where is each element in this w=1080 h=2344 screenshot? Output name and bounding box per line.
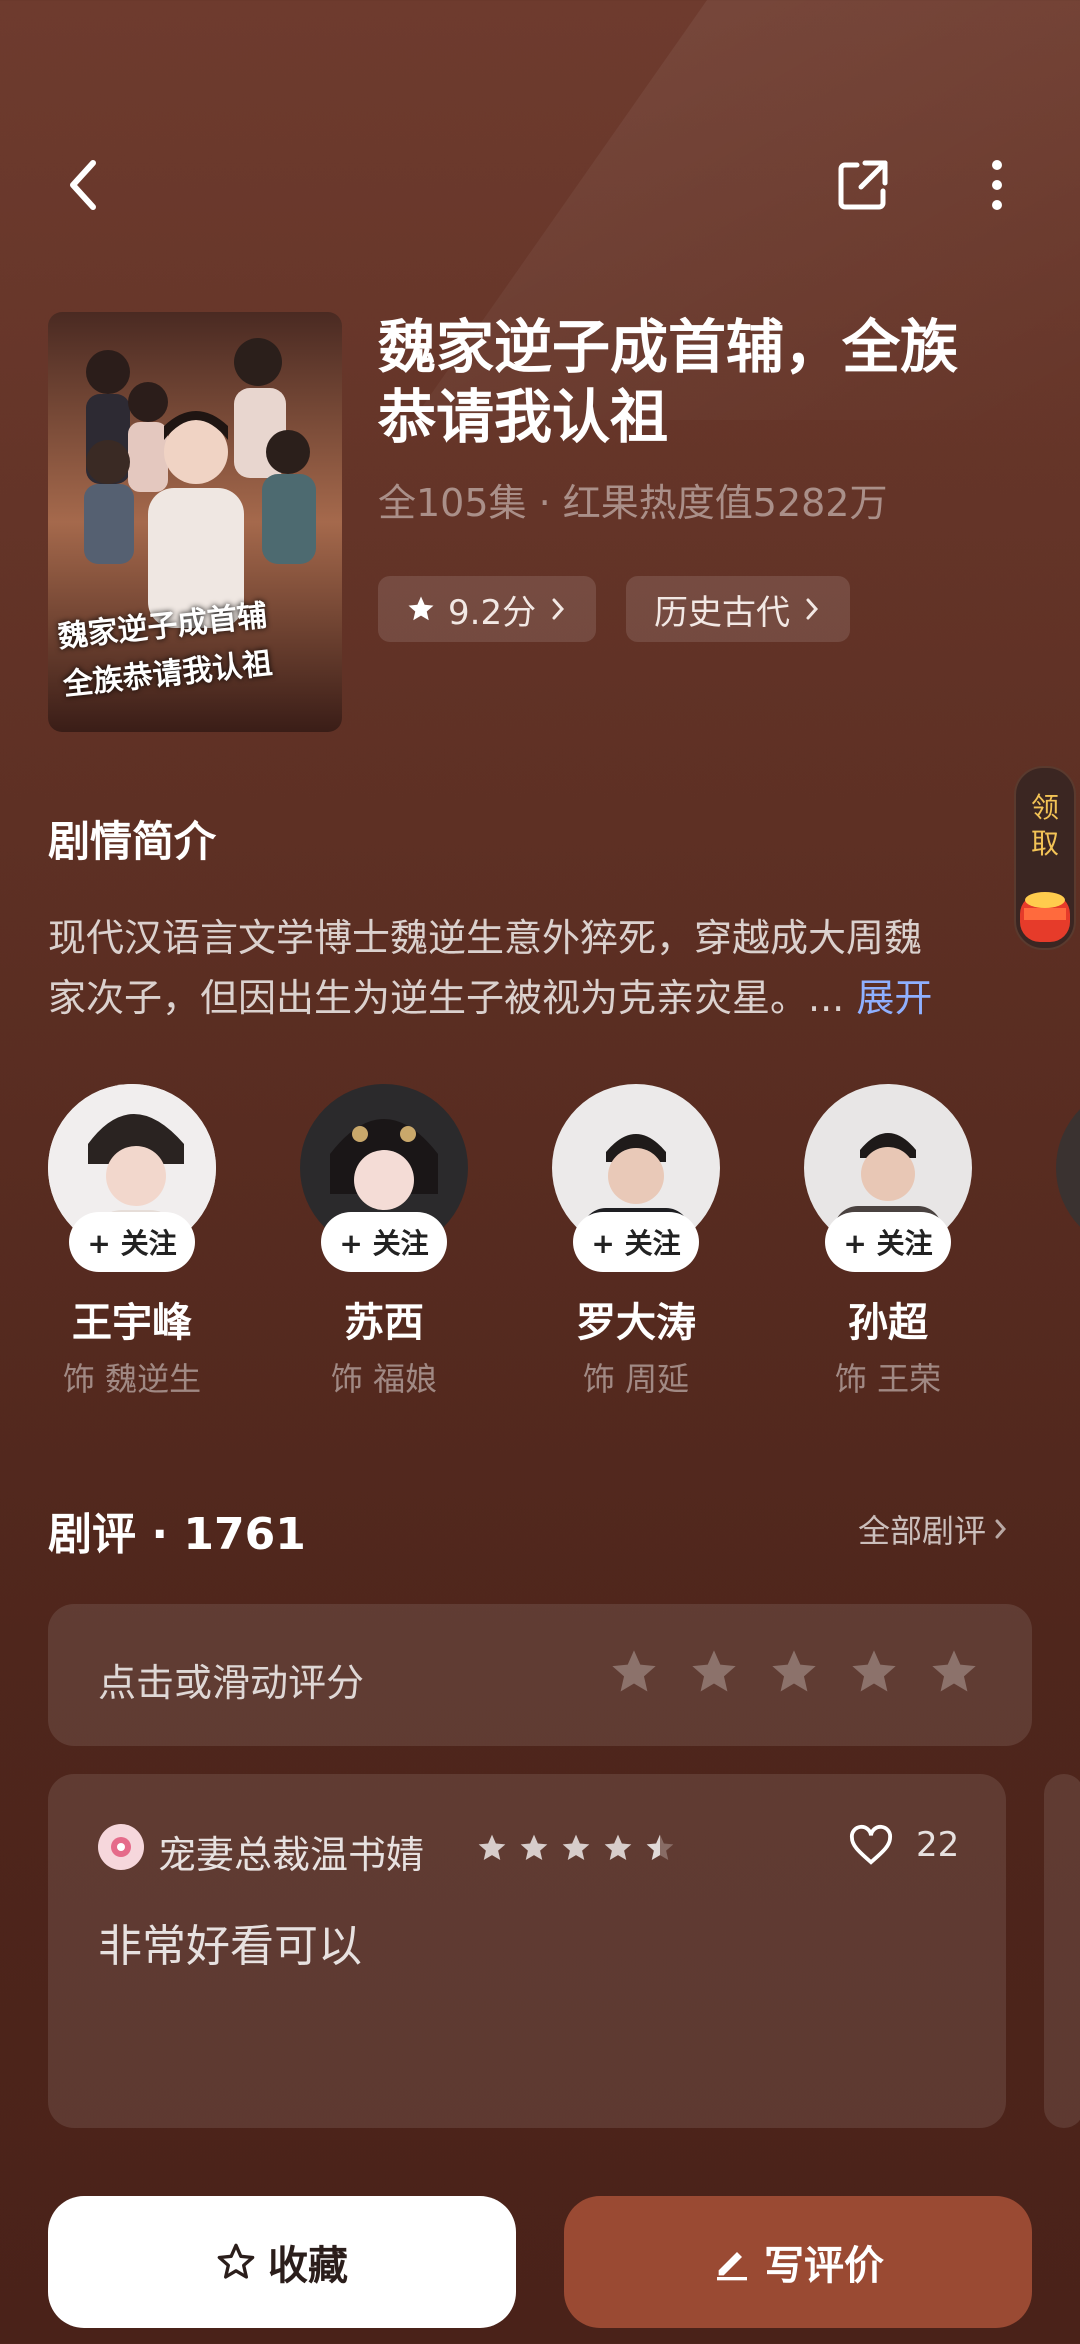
cast-role: 饰 魏逆生 bbox=[62, 1360, 202, 1398]
chevron-right-icon bbox=[552, 598, 565, 620]
more-vertical-icon bbox=[992, 160, 1002, 210]
synopsis-text: 现代汉语言文学博士魏逆生意外猝死，穿越成大周魏 家次子，但因出生为逆生子被视为克… bbox=[48, 916, 933, 1020]
half-star-icon bbox=[646, 1834, 674, 1860]
reviewer-name: 宠妻总裁温书婧 bbox=[158, 1833, 425, 1877]
show-cover-image[interactable]: 魏家逆子成首辅 全族恭请我认祖 bbox=[48, 312, 342, 732]
rating-value: 9.2分 bbox=[448, 592, 537, 633]
share-icon bbox=[838, 160, 888, 210]
star-icon bbox=[520, 1834, 548, 1860]
share-button[interactable] bbox=[828, 150, 898, 220]
like-count: 22 bbox=[916, 1825, 960, 1865]
cast-member[interactable]: + 关注 孙超 饰 王荣 bbox=[798, 1084, 978, 1400]
cast-role: 饰 福娘 bbox=[330, 1360, 438, 1398]
review-card[interactable]: 宠妻总裁温书婧 22 非常好看可以 bbox=[48, 1774, 1006, 2128]
follow-button[interactable]: + 关注 bbox=[825, 1212, 951, 1272]
synopsis-heading: 剧情简介 bbox=[48, 817, 217, 866]
cast-member[interactable]: + 关注 王宇峰 饰 魏逆生 bbox=[42, 1084, 222, 1400]
all-reviews-link[interactable]: 全部剧评 bbox=[858, 1506, 1010, 1552]
review-text: 非常好看可以 bbox=[98, 1921, 362, 1972]
review-card-partial[interactable] bbox=[1044, 1774, 1080, 2128]
cast-member-partial[interactable] bbox=[1056, 1084, 1080, 1252]
cast-member[interactable]: + 关注 苏西 饰 福娘 bbox=[294, 1084, 474, 1400]
show-title: 魏家逆子成首辅，全族 恭请我认祖 bbox=[378, 313, 959, 451]
rate-prompt-label: 点击或滑动评分 bbox=[98, 1661, 365, 1705]
star-icon[interactable] bbox=[848, 1646, 900, 1698]
rate-prompt-box[interactable]: 点击或滑动评分 bbox=[48, 1604, 1032, 1746]
chevron-left-icon bbox=[70, 160, 96, 210]
collect-label: 收藏 bbox=[268, 2243, 348, 2289]
star-icon[interactable] bbox=[768, 1646, 820, 1698]
back-button[interactable] bbox=[48, 150, 118, 220]
cast-name: 王宇峰 bbox=[72, 1300, 192, 1346]
chevron-right-icon bbox=[806, 598, 819, 620]
cast-name: 苏西 bbox=[344, 1300, 424, 1346]
star-icon[interactable] bbox=[928, 1646, 980, 1698]
star-icon[interactable] bbox=[608, 1646, 660, 1698]
star-icon bbox=[562, 1834, 590, 1860]
cast-role: 饰 周延 bbox=[582, 1360, 690, 1398]
genre-chip[interactable]: 历史古代 bbox=[626, 576, 850, 642]
reward-label: 领 取 bbox=[1030, 791, 1059, 860]
chevron-right-icon bbox=[995, 1519, 1007, 1539]
star-icon[interactable] bbox=[688, 1646, 740, 1698]
rating-stars[interactable] bbox=[608, 1646, 980, 1698]
heart-icon bbox=[849, 1824, 893, 1865]
cast-name: 孙超 bbox=[848, 1300, 928, 1346]
follow-button[interactable]: + 关注 bbox=[321, 1212, 447, 1272]
expand-link[interactable]: 展开 bbox=[856, 976, 932, 1020]
cast-role: 饰 王荣 bbox=[834, 1360, 942, 1398]
star-icon bbox=[408, 596, 434, 621]
pen-icon bbox=[717, 2252, 747, 2281]
rating-chip[interactable]: 9.2分 bbox=[378, 576, 597, 642]
follow-button[interactable]: + 关注 bbox=[573, 1212, 699, 1272]
cast-name: 罗大涛 bbox=[576, 1300, 696, 1346]
flower-avatar-icon bbox=[111, 1837, 131, 1857]
collect-button[interactable]: 收藏 bbox=[48, 2196, 516, 2328]
reviews-heading: 剧评 · 1761 bbox=[48, 1509, 306, 1560]
follow-button[interactable]: + 关注 bbox=[69, 1212, 195, 1272]
all-reviews-label: 全部剧评 bbox=[858, 1512, 987, 1550]
cast-member[interactable]: + 关注 罗大涛 饰 周延 bbox=[546, 1084, 726, 1400]
review-star-rating bbox=[476, 1832, 676, 1864]
avatar bbox=[98, 1824, 144, 1870]
write-review-label: 写评价 bbox=[764, 2243, 884, 2289]
red-envelope-icon bbox=[1020, 892, 1070, 942]
reward-floating-button[interactable]: 领 取 bbox=[1014, 766, 1076, 950]
more-button[interactable] bbox=[962, 150, 1032, 220]
show-meta: 全105集 · 红果热度值5282万 bbox=[378, 481, 888, 525]
star-icon bbox=[604, 1834, 632, 1860]
write-review-button[interactable]: 写评价 bbox=[564, 2196, 1032, 2328]
genre-label: 历史古代 bbox=[654, 592, 790, 633]
like-button[interactable]: 22 bbox=[848, 1824, 959, 1866]
star-outline-icon bbox=[217, 2243, 255, 2279]
star-icon bbox=[478, 1834, 506, 1860]
